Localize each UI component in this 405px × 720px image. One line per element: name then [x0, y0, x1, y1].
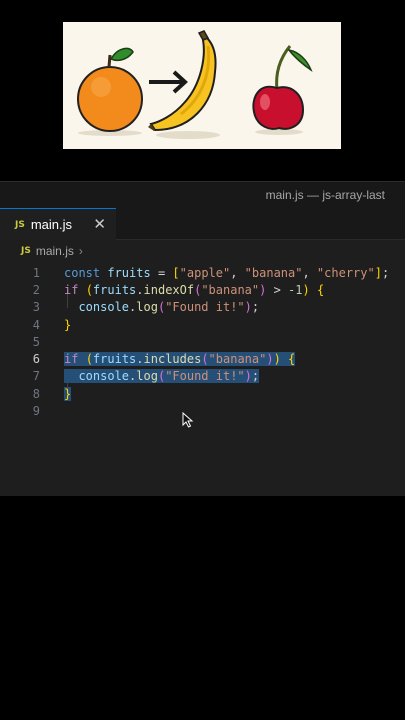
arrow-right-icon — [149, 70, 188, 94]
breadcrumb: JS main.js › — [0, 240, 405, 262]
code-line[interactable]: 3 console.log("Found it!"); — [0, 299, 405, 316]
tab-bar: JS main.js ✕ — [0, 208, 405, 240]
window-title: main.js — js-array-last — [265, 188, 385, 202]
line-number: 1 — [32, 265, 40, 280]
code-area[interactable]: 1 const fruits = ["apple", "banana", "ch… — [0, 264, 405, 420]
code-line[interactable]: 2 if (fruits.indexOf("banana") > -1) { — [0, 281, 405, 298]
line-number: 3 — [32, 300, 40, 315]
tab-label: main.js — [30, 217, 73, 232]
cherry-icon — [252, 45, 313, 135]
selected-text: console.log("Found it!"); — [64, 369, 260, 384]
line-number: 5 — [32, 334, 40, 349]
line-number: 4 — [32, 317, 40, 332]
chevron-right-icon: › — [78, 244, 83, 258]
tab-main-js[interactable]: JS main.js ✕ — [0, 208, 116, 240]
fruit-illustration — [63, 22, 341, 149]
javascript-file-icon: JS — [21, 246, 31, 256]
code-line[interactable]: 5 — [0, 333, 405, 350]
orange-icon — [77, 47, 143, 136]
javascript-file-icon: JS — [15, 219, 25, 230]
selected-text: if (fruits.includes("banana")) { — [64, 352, 296, 367]
code-line[interactable]: 8 } — [0, 385, 405, 402]
code-line-active[interactable]: 6 if (fruits.includes("banana")) { — [0, 350, 405, 367]
mouse-pointer-icon — [182, 412, 194, 428]
code-editor: main.js — js-array-last JS main.js ✕ JS … — [0, 181, 405, 496]
line-number: 9 — [32, 404, 40, 419]
line-number: 8 — [32, 386, 40, 401]
close-icon[interactable]: ✕ — [93, 217, 106, 232]
title-bar: main.js — js-array-last — [0, 182, 405, 208]
code-line[interactable]: 1 const fruits = ["apple", "banana", "ch… — [0, 264, 405, 281]
selected-text: } — [64, 386, 72, 401]
code-line[interactable]: 4 } — [0, 316, 405, 333]
code-line[interactable]: 9 — [0, 402, 405, 419]
line-number: 2 — [32, 282, 40, 297]
line-number: 6 — [32, 352, 40, 367]
line-number: 7 — [32, 369, 40, 384]
breadcrumb-file[interactable]: main.js — [36, 244, 74, 258]
code-line[interactable]: 7 console.log("Found it!"); — [0, 368, 405, 385]
